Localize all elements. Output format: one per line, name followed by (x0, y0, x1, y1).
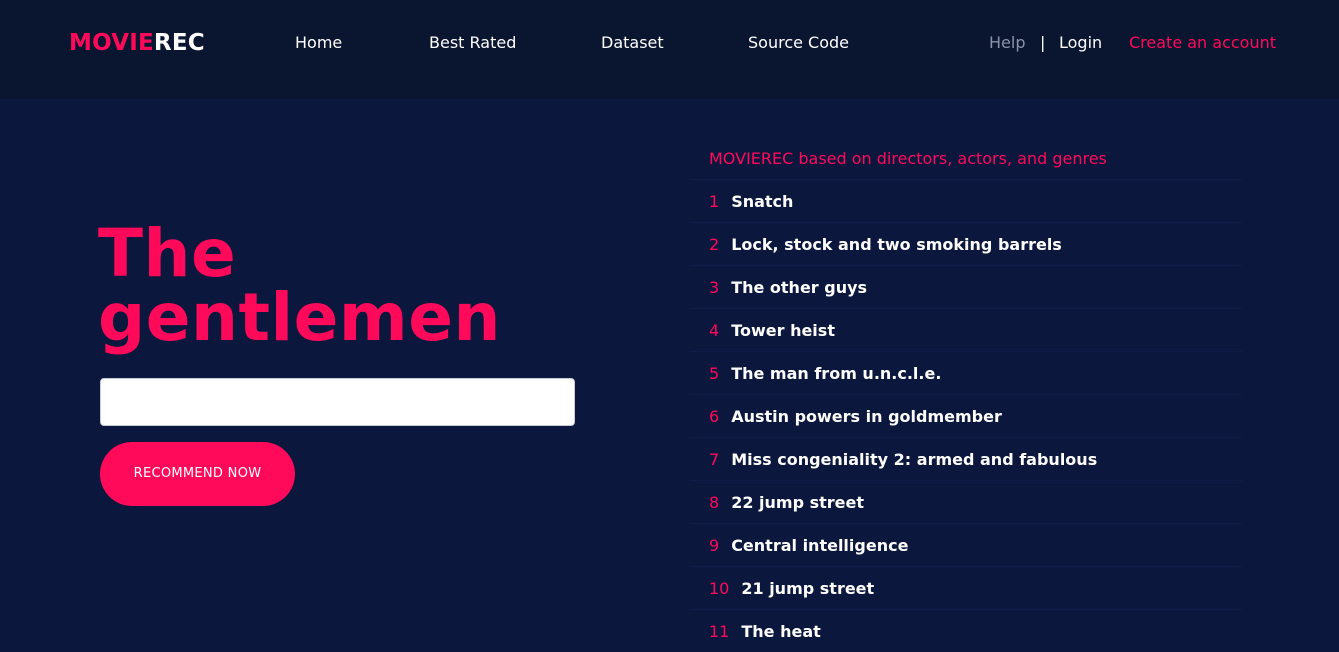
recommendation-title: The heat (741, 621, 821, 641)
recommendation-rank: 8 (709, 492, 720, 512)
create-account-link[interactable]: Create an account (1129, 33, 1276, 52)
recommendation-title: The man from u.n.c.l.e. (731, 363, 942, 383)
recommendation-item[interactable]: 5 The man from u.n.c.l.e. (690, 351, 1242, 394)
recommendations-panel: MOVIEREC based on directors, actors, and… (690, 137, 1242, 652)
recommendations-list: 1 Snatch 2 Lock, stock and two smoking barr… (690, 179, 1242, 652)
recommendation-item[interactable]: 7 Miss congeniality 2: armed and fabulous (690, 437, 1242, 480)
nav-home-link[interactable]: Home (295, 33, 342, 52)
recommendation-item[interactable]: 11 The heat (690, 609, 1242, 652)
movie-search-input[interactable] (100, 378, 575, 426)
recommendation-rank: 11 (709, 621, 730, 641)
recommendation-rank: 6 (709, 406, 720, 426)
recommendation-item[interactable]: 9 Central intelligence (690, 523, 1242, 566)
recommendation-item[interactable]: 10 21 jump street (690, 566, 1242, 609)
recommendation-rank: 4 (709, 320, 720, 340)
recommendation-rank: 3 (709, 277, 720, 297)
recommendation-rank: 1 (709, 191, 720, 211)
recommendation-item[interactable]: 3 The other guys (690, 265, 1242, 308)
movie-title-heading: The gentlemen (98, 215, 501, 356)
nav-source-code-link[interactable]: Source Code (748, 33, 849, 52)
nav-dataset-link[interactable]: Dataset (601, 33, 664, 52)
recommendation-item[interactable]: 8 22 jump street (690, 480, 1242, 523)
recommendation-rank: 10 (709, 578, 730, 598)
recommendation-title: Miss congeniality 2: armed and fabulous (731, 449, 1098, 469)
recommendation-item[interactable]: 1 Snatch (690, 179, 1242, 222)
nav-best-rated-link[interactable]: Best Rated (429, 33, 516, 52)
recommendation-title: The other guys (731, 277, 868, 297)
recommendation-item[interactable]: 2 Lock, stock and two smoking barrels (690, 222, 1242, 265)
logo-rec-text: REC (153, 30, 205, 56)
nav-separator: | (1040, 33, 1046, 52)
top-navbar: MOVIEREC Home Best Rated Dataset Source … (0, 0, 1339, 99)
recommendation-title: 22 jump street (731, 492, 865, 512)
recommendation-title: Austin powers in goldmember (731, 406, 1002, 426)
recommendation-item[interactable]: 6 Austin powers in goldmember (690, 394, 1242, 437)
recommend-now-button[interactable]: RECOMMEND NOW (100, 442, 295, 506)
logo-movie-text: MOVIE (69, 30, 154, 56)
recommendation-title: Snatch (731, 191, 794, 211)
recommendation-rank: 7 (709, 449, 720, 469)
recommendation-rank: 9 (709, 535, 720, 555)
recommendations-title: MOVIEREC based on directors, actors, and… (709, 149, 1107, 168)
recommendation-rank: 5 (709, 363, 720, 383)
recommendation-title: Tower heist (731, 320, 835, 340)
recommendation-rank: 2 (709, 234, 720, 254)
recommendation-title: Lock, stock and two smoking barrels (731, 234, 1062, 254)
recommendation-item[interactable]: 4 Tower heist (690, 308, 1242, 351)
site-logo[interactable]: MOVIEREC (69, 30, 205, 56)
help-link[interactable]: Help (989, 33, 1025, 52)
recommendation-title: Central intelligence (731, 535, 909, 555)
login-link[interactable]: Login (1059, 33, 1102, 52)
recommendation-title: 21 jump street (741, 578, 875, 598)
